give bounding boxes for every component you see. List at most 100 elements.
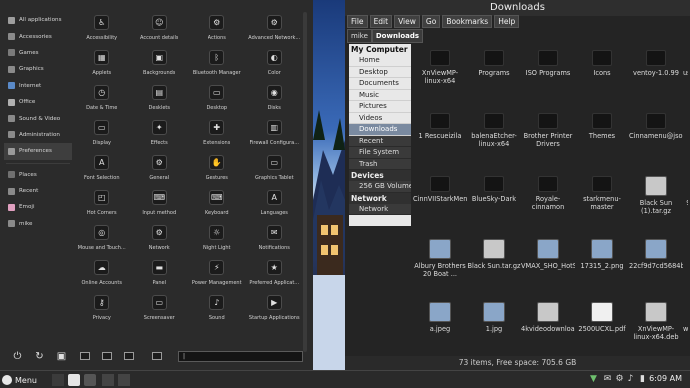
sidebar-item-256-gb-volume[interactable]: 256 GB Volume — [349, 181, 411, 193]
file-item[interactable]: Themes — [575, 107, 629, 170]
menu-view[interactable]: View — [394, 15, 420, 28]
sidebar-item-pictures[interactable]: Pictures — [349, 101, 411, 113]
app-notifications[interactable]: ✉ Notifications — [246, 222, 304, 257]
app-desklets[interactable]: ▤ Desklets — [131, 82, 189, 117]
file-item[interactable]: 22cf9d7cd5684ba9d1f4f6a8... — [629, 233, 683, 296]
terminal-launcher-icon[interactable] — [68, 374, 80, 386]
update-tray-icon[interactable]: ⚙ — [614, 374, 625, 385]
file-item[interactable]: a.jpeg — [413, 296, 467, 356]
file-item[interactable]: ventoy-1.0.99 — [629, 44, 683, 107]
file-item[interactable]: b.jpeg — [683, 233, 688, 296]
taskbar-window-1[interactable] — [102, 374, 114, 386]
clock[interactable]: 6:09 AM — [649, 374, 682, 383]
place-recent[interactable]: Recent — [4, 183, 72, 199]
category-accessories[interactable]: Accessories — [4, 28, 72, 44]
files-launcher-icon[interactable] — [84, 374, 96, 386]
battery-icon[interactable]: ▮ — [637, 374, 648, 385]
file-item[interactable]: XnViewMP-linux-x64.deb — [629, 296, 683, 356]
category-games[interactable]: Games — [4, 45, 72, 61]
menu-go[interactable]: Go — [421, 15, 441, 28]
category-graphics[interactable]: Graphics — [4, 61, 72, 77]
category-administration[interactable]: Administration — [4, 127, 72, 143]
network-tray-icon[interactable]: ✉ — [602, 374, 613, 385]
app-privacy[interactable]: ⚷ Privacy — [73, 292, 131, 327]
app-color[interactable]: ◐ Color — [246, 47, 304, 82]
app-extensions[interactable]: ✚ Extensions — [188, 117, 246, 152]
menu-bookmarks[interactable]: Bookmarks — [442, 15, 493, 28]
app-advanced-network[interactable]: ⚙ Advanced Network... — [246, 12, 304, 47]
file-item[interactable]: 1.jpg — [467, 296, 521, 356]
menu-file[interactable]: File — [347, 15, 368, 28]
app-grid-scrollbar[interactable] — [303, 12, 307, 352]
category-all-applications[interactable]: All applications — [4, 12, 72, 28]
sidebar-item-network[interactable]: Network — [349, 203, 411, 215]
app-sound[interactable]: ♪ Sound — [188, 292, 246, 327]
app-preferred-applicat[interactable]: ★ Preferred Applicat... — [246, 257, 304, 292]
app-backgrounds[interactable]: ▣ Backgrounds — [131, 47, 189, 82]
app-input-method[interactable]: ⌨ Input method — [131, 187, 189, 222]
category-sound-video[interactable]: Sound & Video — [4, 110, 72, 126]
menu-button[interactable]: Menu — [2, 372, 37, 388]
menu-edit[interactable]: Edit — [369, 15, 393, 28]
app-accessibility[interactable]: ♿ Accessibility — [73, 12, 131, 47]
file-item[interactable]: 1 Rescueizila — [413, 107, 467, 170]
file-item[interactable]: BlueSky-Dark — [467, 170, 521, 233]
sidebar-item-videos[interactable]: Videos — [349, 113, 411, 124]
category-internet[interactable]: Internet — [4, 78, 72, 94]
app-actions[interactable]: ⚙ Actions — [188, 12, 246, 47]
place-emoji[interactable]: Emoji — [4, 199, 72, 215]
show-desktop-icon[interactable] — [52, 374, 64, 386]
file-item[interactable]: Black Sun (1).tar.gz — [629, 170, 683, 233]
volume-icon[interactable]: ♪ — [625, 374, 636, 385]
file-item[interactable]: 17315_2.png — [575, 233, 629, 296]
category-preferences[interactable]: Preferences — [4, 143, 72, 160]
file-item[interactable]: VMAX_SHO_HotShee... — [521, 233, 575, 296]
app-power-management[interactable]: ⚡ Power Management — [188, 257, 246, 292]
file-item[interactable]: usbimager_1.0.10_wo_uf-x... — [683, 44, 688, 107]
app-gestures[interactable]: ✋ Gestures — [188, 152, 246, 187]
app-applets[interactable]: ▦ Applets — [73, 47, 131, 82]
sidebar-item-home[interactable]: Home — [349, 55, 411, 67]
file-item[interactable]: Brother Printer Drivers — [521, 107, 575, 170]
app-startup-applications[interactable]: ▶ Startup Applications — [246, 292, 304, 327]
file-item[interactable]: 2500UCXL.pdf — [575, 296, 629, 356]
app-graphics-tablet[interactable]: ▭ Graphics Tablet — [246, 152, 304, 187]
file-item[interactable]: Albury Brothers 20 Boat ... — [413, 233, 467, 296]
file-item[interactable]: Black Sun.tar.gz — [467, 233, 521, 296]
places-shortcut-3[interactable] — [124, 352, 134, 360]
file-item[interactable]: Cinnamenu@json — [629, 107, 683, 170]
file-item[interactable]: 4kvideodownloaderplus_25.0... — [521, 296, 575, 356]
app-hot-corners[interactable]: ◰ Hot Corners — [73, 187, 131, 222]
file-item[interactable]: CinnVIIStarkMenu@NikoKra... — [413, 170, 467, 233]
file-item[interactable]: Icons — [575, 44, 629, 107]
sidebar-item-music[interactable]: Music — [349, 90, 411, 101]
app-mouse-and-touch[interactable]: ◎ Mouse and Touch... — [73, 222, 131, 257]
sidebar-item-file-system[interactable]: File System — [349, 147, 411, 159]
sidebar-item-trash[interactable]: Trash — [349, 158, 411, 170]
app-firewall-configura[interactable]: ▥ Firewall Configura... — [246, 117, 304, 152]
app-screensaver[interactable]: ▭ Screensaver — [131, 292, 189, 327]
menu-search-input[interactable]: | — [178, 351, 303, 362]
places-shortcut-4[interactable] — [152, 352, 162, 360]
crumb-mike[interactable]: mike — [347, 29, 372, 43]
file-item[interactable]: 95021-Suzuki-SZ_350A-w... — [683, 170, 688, 233]
app-panel[interactable]: ▬ Panel — [131, 257, 189, 292]
app-account-details[interactable]: ☺ Account details — [131, 12, 189, 47]
place-places[interactable]: Places — [4, 167, 72, 183]
app-night-light[interactable]: ☼ Night Light — [188, 222, 246, 257]
app-disks[interactable]: ◉ Disks — [246, 82, 304, 117]
app-keyboard[interactable]: ⌨ Keyboard — [188, 187, 246, 222]
file-item[interactable]: Royale-cinnamon — [521, 170, 575, 233]
app-online-accounts[interactable]: ☁ Online Accounts — [73, 257, 131, 292]
app-bluetooth-manager[interactable]: ᛒ Bluetooth Manager — [188, 47, 246, 82]
file-item[interactable]: starkmenu-master — [575, 170, 629, 233]
refresh-icon[interactable]: ↻ — [34, 351, 45, 362]
sidebar-item-documents[interactable]: Documents — [349, 78, 411, 90]
sidebar-item-recent[interactable]: Recent — [349, 135, 411, 147]
sidebar-item-desktop[interactable]: Desktop — [349, 67, 411, 78]
app-display[interactable]: ▭ Display — [73, 117, 131, 152]
app-effects[interactable]: ✦ Effects — [131, 117, 189, 152]
shield-icon[interactable]: ▼ — [588, 374, 599, 385]
category-office[interactable]: Office — [4, 94, 72, 110]
places-shortcut-2[interactable] — [102, 352, 112, 360]
